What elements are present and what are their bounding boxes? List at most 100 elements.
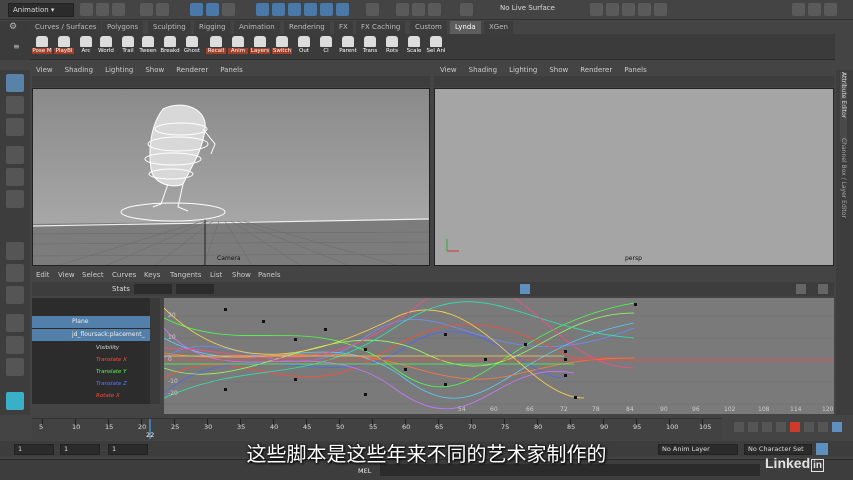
ge-menu-edit[interactable]: Edit	[36, 271, 50, 279]
shelf-tab-sculpting[interactable]: Sculpting	[148, 21, 191, 34]
snap-curve-icon[interactable]	[272, 3, 285, 16]
snap-point-icon[interactable]	[288, 3, 301, 16]
channel-translate-y[interactable]: Translate Y	[32, 366, 160, 378]
ge-menu-panels[interactable]: Panels	[258, 271, 281, 279]
shelf-tab-animation[interactable]: Animation	[234, 21, 280, 34]
ge-menu-curves[interactable]: Curves	[112, 271, 136, 279]
channel-rotate-x[interactable]: Rotate X	[32, 390, 160, 402]
outliner-item-plane[interactable]: Plane	[32, 316, 160, 328]
step-back-key-icon[interactable]	[748, 422, 758, 432]
new-scene-icon[interactable]	[80, 3, 93, 16]
menu-lighting[interactable]: Lighting	[105, 66, 133, 74]
zoom-view-icon[interactable]	[818, 284, 828, 294]
shelf-tab-fx[interactable]: FX	[334, 21, 353, 34]
paint-select-icon[interactable]	[6, 118, 24, 136]
play-backward-icon[interactable]	[776, 422, 786, 432]
shelf-button-cl[interactable]: Cl	[316, 36, 336, 58]
shelf-tab-xgen[interactable]: XGen	[484, 21, 513, 34]
viewport-persp[interactable]: persp	[434, 88, 834, 266]
menu-shading[interactable]: Shading	[469, 66, 497, 74]
select-object-icon[interactable]	[206, 3, 219, 16]
shelf-button-recall[interactable]: Recall	[206, 36, 226, 58]
tab-attribute-editor[interactable]: Attribute Editor	[840, 72, 847, 142]
snap-live-icon[interactable]	[336, 3, 349, 16]
ge-menu-tangents[interactable]: Tangents	[170, 271, 201, 279]
shelf-tab-curves[interactable]: Curves / Surfaces	[30, 21, 102, 34]
lasso-tool-icon[interactable]	[6, 96, 24, 114]
time-slider[interactable]: 5 10 15 20 25 30 35 40 45 50 55 60 65 70 75 80 85 90 95 100…	[32, 418, 722, 440]
shelf-button-playblast[interactable]: PlayBl	[54, 36, 74, 58]
shelf-button-parent[interactable]: Parent	[338, 36, 358, 58]
panel-icon[interactable]	[824, 3, 837, 16]
undo-icon[interactable]	[140, 3, 153, 16]
snap-plane-icon[interactable]	[304, 3, 317, 16]
menu-show[interactable]: Show	[145, 66, 164, 74]
shelf-button-layers[interactable]: Layers	[250, 36, 270, 58]
save-scene-icon[interactable]	[112, 3, 125, 16]
workspace-icon[interactable]	[792, 3, 805, 16]
ge-menu-keys[interactable]: Keys	[144, 271, 160, 279]
select-tool-icon[interactable]	[6, 74, 24, 92]
auto-frame-icon[interactable]	[520, 284, 530, 294]
menu-set-dropdown[interactable]: Animation ▾	[8, 3, 74, 17]
record-icon[interactable]	[790, 422, 800, 432]
graph-editor-canvas[interactable]: 20 10 0 -10 -20 54 60 66 72 78 84 90 96 …	[164, 298, 834, 414]
shelf-tab-polygons[interactable]: Polygons	[102, 21, 144, 34]
render-icon[interactable]	[396, 3, 409, 16]
shelf-tab-lynda[interactable]: Lynda	[450, 21, 481, 34]
menu-lighting[interactable]: Lighting	[509, 66, 537, 74]
render-settings-icon[interactable]	[428, 3, 441, 16]
shelf-button-switch[interactable]: Switch	[272, 36, 292, 58]
scale-tool-icon[interactable]	[6, 190, 24, 208]
move-view-icon[interactable]	[796, 284, 806, 294]
menu-view[interactable]: View	[440, 66, 457, 74]
stats-field-2[interactable]	[176, 284, 214, 294]
rotate-tool-icon[interactable]	[6, 168, 24, 186]
menu-renderer[interactable]: Renderer	[580, 66, 612, 74]
ge-menu-select[interactable]: Select	[82, 271, 104, 279]
menu-panels[interactable]: Panels	[220, 66, 243, 74]
stats-field-1[interactable]	[134, 284, 172, 294]
four-view-icon[interactable]	[6, 264, 24, 282]
shelf-button-world[interactable]: World	[96, 36, 116, 58]
side-by-side-icon[interactable]	[6, 286, 24, 304]
select-hierarchy-icon[interactable]	[190, 3, 203, 16]
shelf-button-scale[interactable]: Scale	[404, 36, 424, 58]
shelf-button-trans[interactable]: Trans	[360, 36, 380, 58]
channel-box-icon[interactable]	[654, 3, 667, 16]
single-perspective-icon[interactable]	[6, 242, 24, 260]
shelf-button-ghost[interactable]: Ghost	[182, 36, 202, 58]
magnet-icon[interactable]	[460, 3, 473, 16]
history-icon[interactable]	[366, 3, 379, 16]
move-tool-icon[interactable]	[6, 146, 24, 164]
shelf-button-pose[interactable]: Pose M	[32, 36, 52, 58]
viewport-camera[interactable]: Camera	[32, 88, 430, 266]
ge-menu-show[interactable]: Show	[232, 271, 251, 279]
ipr-render-icon[interactable]	[412, 3, 425, 16]
outliner-item-placement[interactable]: jd_floursack:placement_	[32, 329, 160, 341]
redo-icon[interactable]	[156, 3, 169, 16]
go-to-start-icon[interactable]	[734, 422, 744, 432]
tool-settings-icon[interactable]	[638, 3, 651, 16]
open-scene-icon[interactable]	[96, 3, 109, 16]
outliner-scrollbar[interactable]	[150, 298, 160, 404]
mel-label[interactable]: MEL	[358, 467, 371, 475]
shelf-tab-rigging[interactable]: Rigging	[194, 21, 231, 34]
channel-translate-x[interactable]: Translate X	[32, 354, 160, 366]
ge-menu-view[interactable]: View	[58, 271, 75, 279]
snap-surface-icon[interactable]	[320, 3, 333, 16]
modeling-toolkit-icon[interactable]	[590, 3, 603, 16]
menu-view[interactable]: View	[36, 66, 53, 74]
shelf-button-rots[interactable]: Rots	[382, 36, 402, 58]
shelf-button-tween[interactable]: Tween	[138, 36, 158, 58]
shelf-button-out[interactable]: Out	[294, 36, 314, 58]
shelf-button-arc[interactable]: Arc	[76, 36, 96, 58]
playback-options-icon[interactable]	[832, 422, 842, 432]
select-component-icon[interactable]	[222, 3, 235, 16]
snap-grid-icon[interactable]	[256, 3, 269, 16]
step-back-frame-icon[interactable]	[762, 422, 772, 432]
ge-menu-list[interactable]: List	[210, 271, 222, 279]
channel-visibility[interactable]: Visibility	[32, 342, 160, 354]
menu-renderer[interactable]: Renderer	[176, 66, 208, 74]
shelf-menu-icon[interactable]: ≡	[13, 42, 20, 51]
